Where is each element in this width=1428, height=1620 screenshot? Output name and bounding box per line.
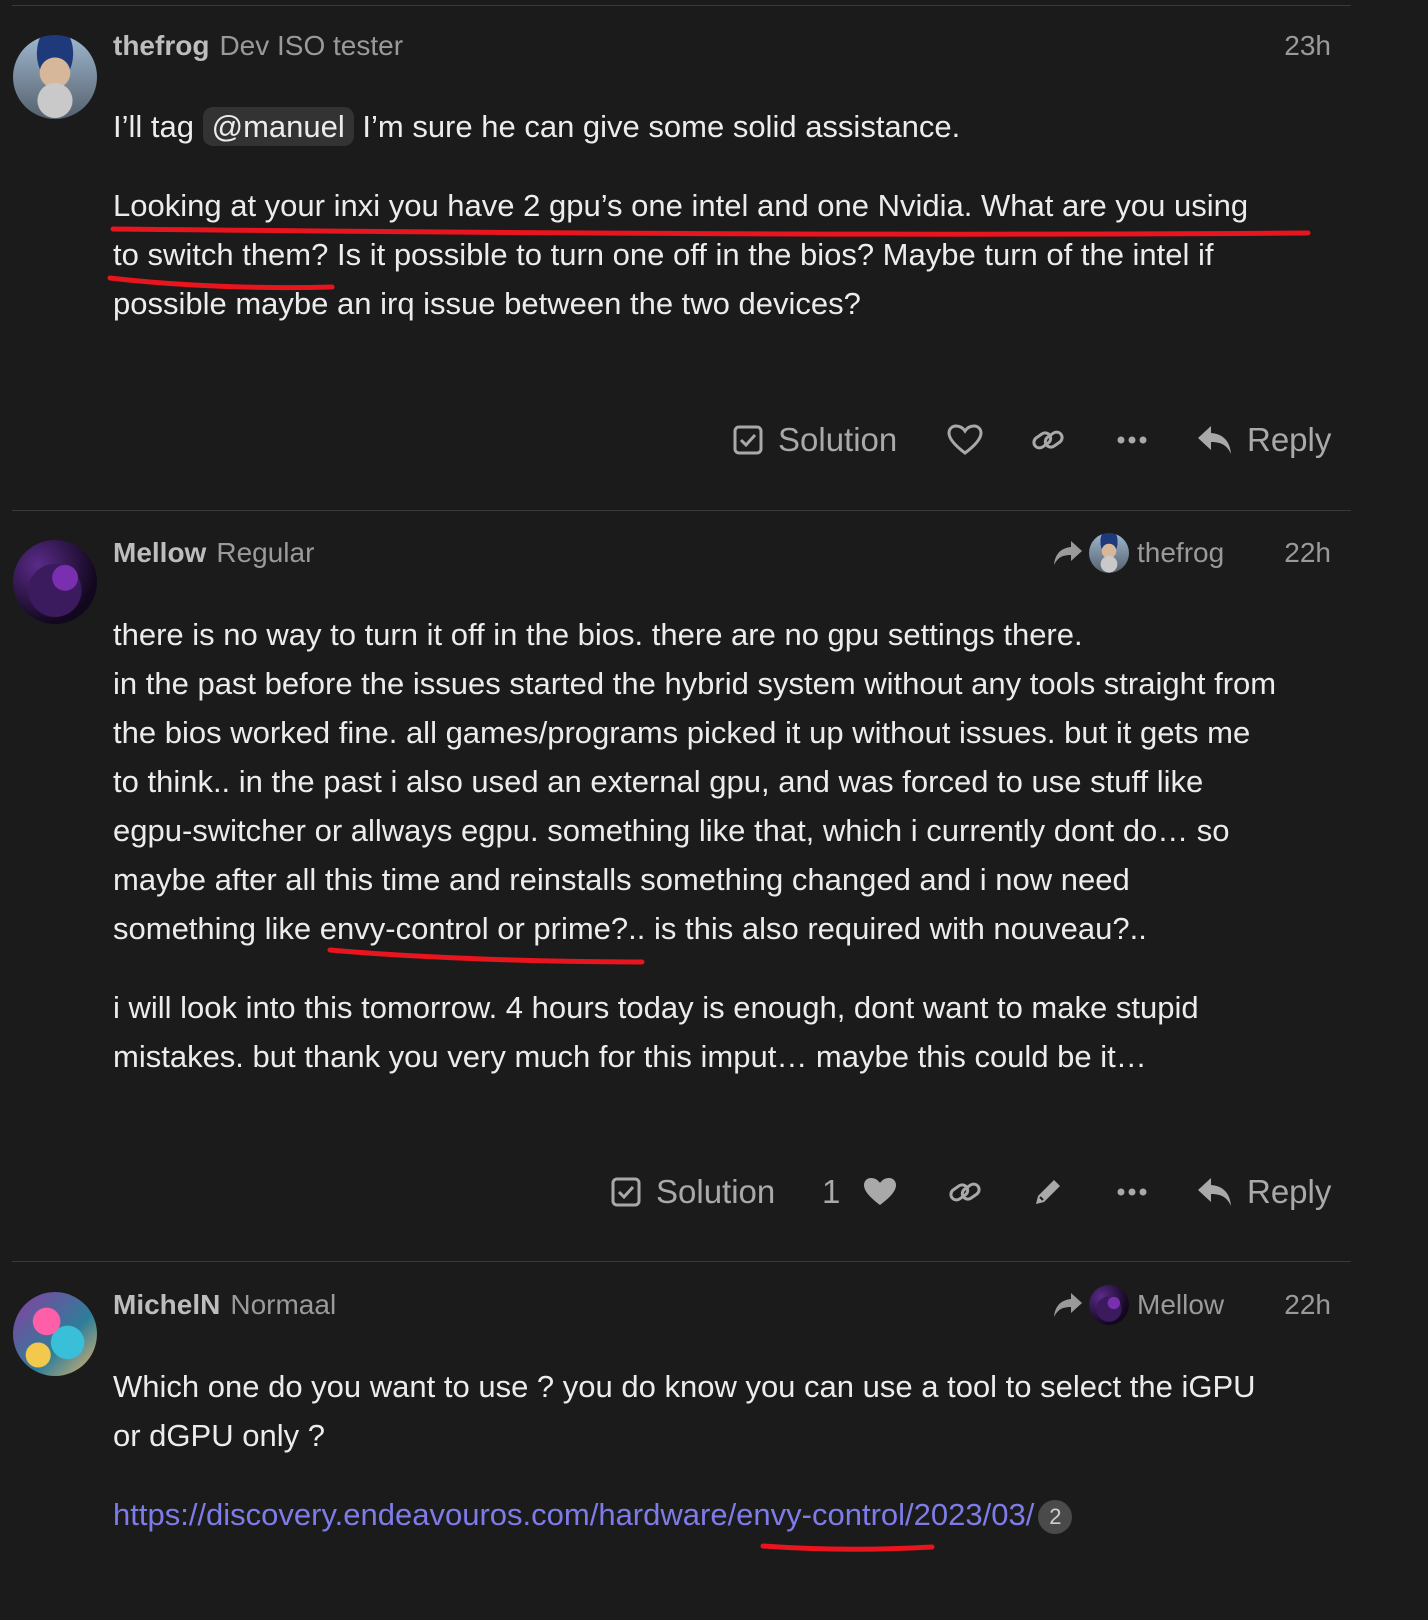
like-count-button[interactable]: 1 [822,1167,840,1217]
solution-label: Solution [778,421,898,458]
line: something like envy-control or prime?.. … [113,911,1147,946]
paragraph: there is no way to turn it off in the bi… [113,610,1333,953]
check-square-icon [611,1177,641,1207]
avatar[interactable] [13,1292,97,1376]
reply-icon [1198,1178,1231,1206]
reply-to-username: Mellow [1137,1289,1225,1320]
paragraph: Which one do you want to use ? you do kn… [113,1362,1333,1460]
share-arrow-icon [1054,541,1082,565]
reply-label: Reply [1247,421,1332,458]
line: maybe after all this time and reinstalls… [113,862,1130,897]
line: possible maybe an irq issue between the … [113,286,861,321]
user-title: Regular [216,537,315,568]
annotation-underline [760,1543,935,1552]
post-meta: thefrog Dev ISO tester [113,30,403,62]
share-arrow-icon [1054,1293,1082,1317]
copy-link-button[interactable] [1031,415,1065,465]
line: Looking at your inxi you have 2 gpu’s on… [113,188,1249,223]
solution-label: Solution [656,1173,776,1210]
line: to switch them? Is it possible to turn o… [113,237,1214,272]
paragraph: Looking at your inxi you have 2 gpu’s on… [113,181,1333,328]
reply-to-tab[interactable]: Mellow [1053,1285,1224,1325]
text: I’m sure he can give some solid assistan… [353,109,961,144]
pencil-icon [1036,1180,1060,1204]
post-body: I’ll tag @manuel I’m sure he can give so… [113,102,1333,328]
avatar[interactable] [13,540,97,624]
post-time[interactable]: 22h [1284,1289,1331,1321]
post-actions: Solution Reply [0,415,1428,465]
line: there is no way to turn it off in the bi… [113,617,1083,652]
user-title: Dev ISO tester [219,30,404,61]
reply-label: Reply [1247,1173,1332,1210]
link-click-count: 2 [1038,1499,1073,1534]
line: mistakes. but thank you very much for th… [113,1039,1147,1074]
more-button[interactable] [1117,415,1147,465]
reply-button[interactable]: Reply [1197,1167,1331,1217]
post-time[interactable]: 23h [1284,30,1331,62]
paragraph: i will look into this tomorrow. 4 hours … [113,983,1333,1081]
solution-button[interactable]: Solution [610,1167,775,1217]
heart-outline-icon [947,424,983,455]
check-square-icon [733,425,763,455]
paragraph: https://discovery.endeavouros.com/hardwa… [113,1490,1333,1539]
line: in the past before the issues started th… [113,666,1277,701]
link-icon [949,1182,981,1202]
external-link[interactable]: https://discovery.endeavouros.com/hardwa… [113,1497,1034,1532]
copy-link-button[interactable] [948,1167,982,1217]
user-title: Normaal [230,1289,337,1320]
reply-to-avatar [1089,533,1129,573]
line: i will look into this tomorrow. 4 hours … [113,990,1199,1025]
username[interactable]: Mellow [113,537,206,568]
reply-button[interactable]: Reply [1197,415,1331,465]
reply-to-tab[interactable]: thefrog [1053,533,1224,573]
avatar[interactable] [13,35,97,119]
top-divider [12,5,1351,6]
ellipsis-icon [1117,1188,1147,1196]
post-divider [12,510,1351,511]
line: or dGPU only ? [113,1418,325,1453]
paragraph: I’ll tag @manuel I’m sure he can give so… [113,102,1333,151]
post-body: Which one do you want to use ? you do kn… [113,1362,1333,1539]
solution-button[interactable]: Solution [732,415,897,465]
heart-filled-icon [864,1178,896,1205]
line: egpu-switcher or allways egpu. something… [113,813,1230,848]
link-icon [1032,430,1064,450]
post-body: there is no way to turn it off in the bi… [113,610,1333,1081]
post-meta: Mellow Regular [113,537,314,569]
reply-to-avatar [1089,1285,1129,1325]
reply-to-username: thefrog [1137,537,1225,568]
post-meta: MichelN Normaal [113,1289,336,1321]
username[interactable]: thefrog [113,30,209,61]
like-button[interactable] [947,415,983,465]
text: I’ll tag [113,109,203,144]
mention-link[interactable]: @manuel [202,107,354,146]
like-button[interactable] [862,1167,898,1217]
post-divider [12,1261,1351,1262]
more-button[interactable] [1117,1167,1147,1217]
reply-icon [1198,426,1231,454]
post-time[interactable]: 22h [1284,537,1331,569]
post-actions: Solution 1 Reply [0,1167,1428,1217]
edit-button[interactable] [1032,1167,1064,1217]
like-count: 1 [822,1173,841,1210]
username[interactable]: MichelN [113,1289,220,1320]
ellipsis-icon [1117,436,1147,444]
line: Which one do you want to use ? you do kn… [113,1369,1256,1404]
line: to think.. in the past i also used an ex… [113,764,1204,799]
line: the bios worked fine. all games/programs… [113,715,1251,750]
